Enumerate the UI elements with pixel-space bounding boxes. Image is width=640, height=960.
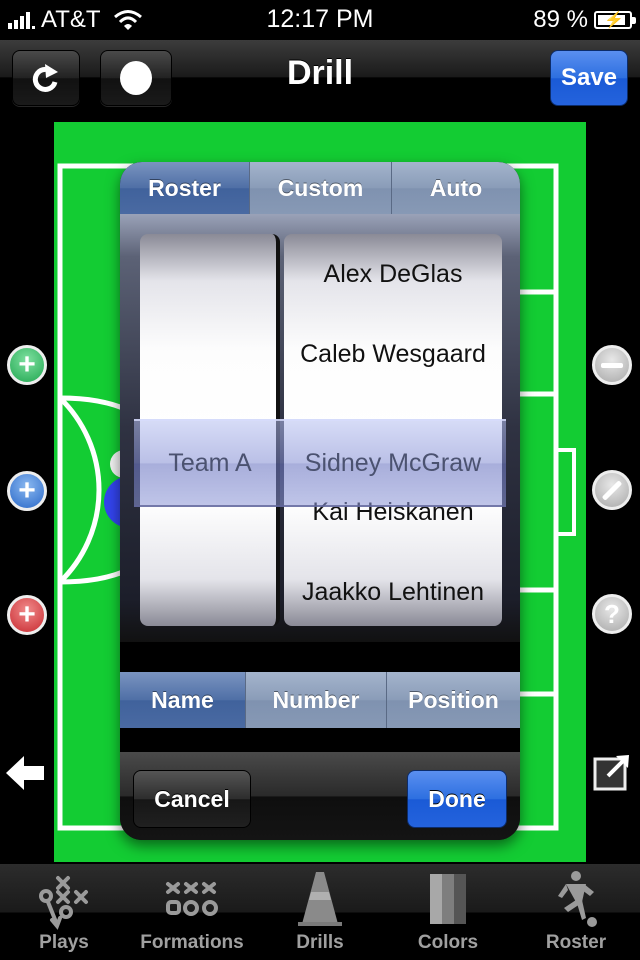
cancel-button[interactable]: Cancel [133,770,251,828]
tab-plays[interactable]: Plays [0,864,128,960]
tab-position[interactable]: Position [387,672,520,728]
tab-label: Roster [545,932,607,953]
picker-toolbar: Cancel Done [120,752,520,840]
plus-icon: + [18,348,36,381]
save-button[interactable]: Save [550,50,628,106]
player-picker-popup: Roster Custom Auto Alex DeGlas Caleb Wes… [120,162,520,840]
plus-icon: + [18,598,36,631]
plays-icon [39,876,88,930]
tab-number[interactable]: Number [246,672,387,728]
plus-icon: + [18,474,36,507]
tab-label: Colors [417,932,479,953]
pencil-icon [601,479,623,501]
formations-icon [166,882,218,916]
tab-auto[interactable]: Auto [392,162,520,214]
battery-percent: 89 % [533,6,588,33]
tab-colors[interactable]: Colors [384,864,512,960]
picker-frame: Alex DeGlas Caleb Wesgaard Kai Heiskanen… [120,214,520,642]
remove-button[interactable] [592,345,632,385]
status-right: 89 % ⚡ [533,6,636,34]
tab-label: Plays [39,932,89,953]
label-segmented-control: Name Number Position [120,672,520,728]
source-segmented-control: Roster Custom Auto [120,162,520,214]
tab-name[interactable]: Name [120,672,246,728]
tab-label: Formations [140,932,244,953]
status-bar: AT&T 12:17 PM 89 % ⚡ [0,0,640,40]
done-button[interactable]: Done [407,770,507,828]
draw-button[interactable] [592,470,632,510]
page-title: Drill [286,54,354,92]
selected-team: Team A [168,448,252,477]
tab-label: Drills [296,932,344,953]
picker-selection-indicator: Team A Sidney McGraw [134,419,506,507]
navigation-bar: Drill Save [0,40,640,114]
export-icon[interactable] [592,752,632,792]
tab-roster[interactable]: Roster [512,864,640,960]
player-icon [558,871,597,927]
add-red-player-button[interactable]: + [7,595,47,635]
tab-formations[interactable]: Formations [128,864,256,960]
minus-icon [601,362,623,368]
tab-drills[interactable]: Drills [256,864,384,960]
help-button[interactable]: ? [592,594,632,634]
add-green-player-button[interactable]: + [7,345,47,385]
question-icon: ? [604,599,620,629]
back-arrow-icon[interactable] [4,754,46,792]
tab-bar: Plays Formations Drills Colors Roster [0,864,640,960]
tab-custom[interactable]: Custom [250,162,392,214]
cone-icon [298,872,342,926]
selected-player: Sidney McGraw [304,448,482,477]
colors-icon [430,874,466,924]
battery-icon: ⚡ [594,11,636,29]
picker-row[interactable]: Caleb Wesgaard [284,314,502,394]
charging-bolt-icon: ⚡ [604,12,624,29]
tab-roster[interactable]: Roster [120,162,250,214]
add-blue-player-button[interactable]: + [7,471,47,511]
picker-row[interactable]: Alex DeGlas [284,234,502,314]
picker-row[interactable]: Jaakko Lehtinen [284,552,502,626]
